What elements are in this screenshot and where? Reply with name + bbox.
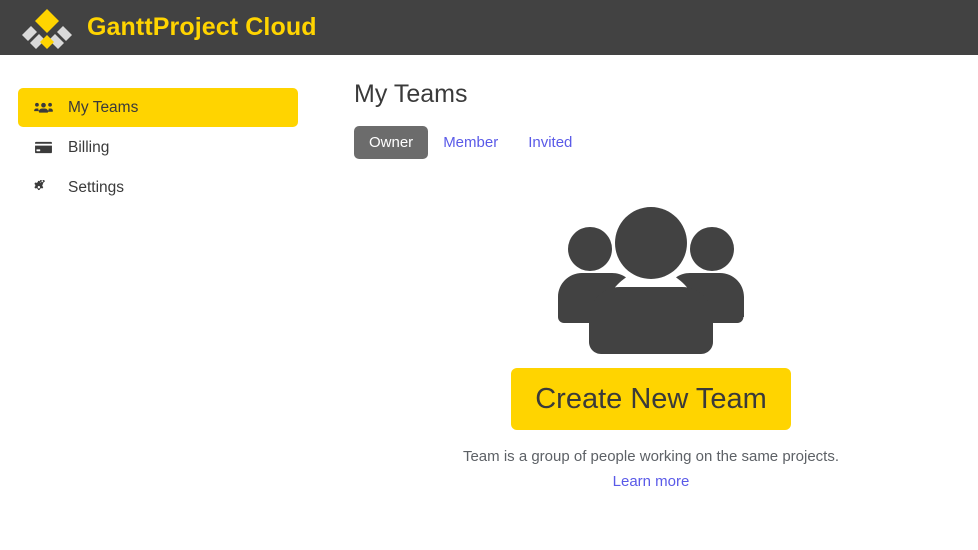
sidebar-item-label: Billing xyxy=(68,138,110,156)
create-new-team-button[interactable]: Create New Team xyxy=(511,368,791,430)
sidebar-item-billing[interactable]: Billing xyxy=(18,128,298,167)
empty-state: Create New Team Team is a group of peopl… xyxy=(354,205,948,490)
sidebar-item-label: My Teams xyxy=(68,98,139,116)
tab-owner[interactable]: Owner xyxy=(354,126,429,159)
sidebar-item-my-teams[interactable]: My Teams xyxy=(18,88,298,127)
tab-member[interactable]: Member xyxy=(428,126,513,159)
page-title: My Teams xyxy=(354,80,468,108)
credit-card-icon xyxy=(34,140,60,155)
tab-invited[interactable]: Invited xyxy=(513,126,587,159)
sidebar-item-settings[interactable]: Settings xyxy=(18,168,298,207)
app-title: GanttProject Cloud xyxy=(87,13,317,41)
brand-link[interactable]: GanttProject Cloud xyxy=(18,5,317,51)
users-group-icon xyxy=(550,205,752,355)
learn-more-link[interactable]: Learn more xyxy=(613,473,690,490)
empty-state-caption: Team is a group of people working on the… xyxy=(462,448,840,465)
app-body: My Teams Billing Settings My Teams Owner… xyxy=(0,55,978,550)
main-content: My Teams Owner Member Invited Create New… xyxy=(354,55,978,550)
team-role-tabs: Owner Member Invited xyxy=(354,126,948,159)
users-icon xyxy=(34,100,60,115)
sidebar-item-label: Settings xyxy=(68,178,125,196)
sidebar: My Teams Billing Settings xyxy=(0,55,354,550)
ganttproject-diamond-logo-icon xyxy=(18,5,76,51)
app-header: GanttProject Cloud xyxy=(0,0,978,55)
cogs-icon xyxy=(34,180,60,195)
